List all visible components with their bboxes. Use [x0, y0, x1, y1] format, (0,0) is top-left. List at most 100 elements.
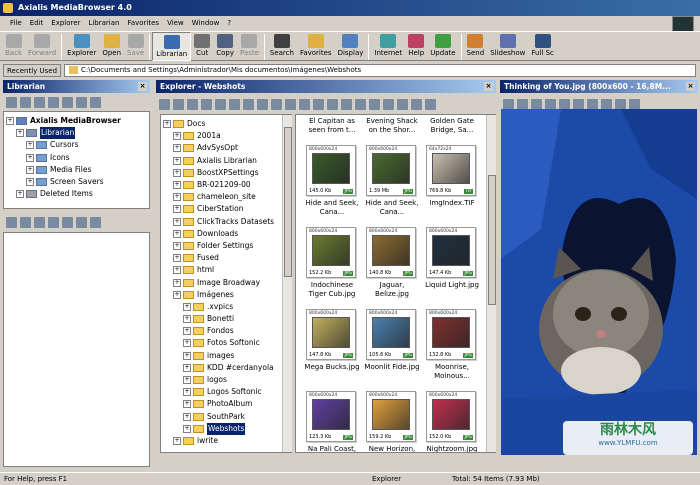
view-icon[interactable]: [6, 96, 17, 108]
forward-icon[interactable]: [173, 98, 184, 110]
tree-item[interactable]: + chameleon_site: [163, 191, 281, 203]
forward-button[interactable]: Forward: [25, 32, 59, 61]
actual-size-icon[interactable]: [601, 98, 612, 110]
folder-icon[interactable]: [271, 98, 282, 110]
save-button[interactable]: Save: [124, 32, 147, 61]
tree-item[interactable]: + CiberStation: [163, 203, 281, 215]
expand-icon[interactable]: +: [173, 278, 181, 287]
expand-icon[interactable]: +: [173, 144, 181, 153]
tree-item[interactable]: + Axialis Librarian: [163, 155, 281, 167]
slideshow-button[interactable]: Slideshow: [487, 32, 528, 61]
tree-item[interactable]: + Logos Softonic: [163, 386, 281, 398]
expand-icon[interactable]: +: [183, 339, 191, 348]
tree-item[interactable]: + BR-021209-00: [163, 179, 281, 191]
expand-icon[interactable]: +: [26, 178, 34, 187]
thumbnail-card[interactable]: 800x600x24 1.39 Mb JPG: [366, 145, 416, 196]
tree-item[interactable]: + Fused: [163, 252, 281, 264]
display-button[interactable]: Display: [335, 32, 367, 61]
expand-icon[interactable]: +: [16, 129, 24, 138]
rotate-icon[interactable]: [615, 98, 626, 110]
internet-button[interactable]: Internet: [371, 32, 405, 61]
new-folder-icon[interactable]: [20, 96, 31, 108]
update-button[interactable]: Update: [427, 32, 458, 61]
paste-button[interactable]: Paste: [237, 32, 262, 61]
export-icon[interactable]: [76, 96, 87, 108]
thumbnail-item[interactable]: 64x72x24 769.8 Kb TIF ImgIndex.TIF: [424, 145, 480, 228]
tree-item[interactable]: + KDD #cerdanyola: [163, 362, 281, 374]
address-field[interactable]: C:\Documents and Settings\Administrador\…: [64, 63, 697, 77]
open-icon[interactable]: [503, 98, 514, 110]
expand-icon[interactable]: +: [173, 290, 181, 299]
delete-icon[interactable]: [48, 96, 59, 108]
thumbnail-card[interactable]: 800x600x24 147.8 Kb JPG: [306, 309, 356, 360]
expand-icon[interactable]: +: [173, 132, 181, 141]
settings-icon[interactable]: [90, 216, 101, 228]
expand-icon[interactable]: +: [173, 181, 181, 190]
thumbnail-item[interactable]: 800x600x24 132.8 Kb JPG Moonrise, Moinous..…: [424, 309, 480, 392]
expand-icon[interactable]: +: [173, 229, 181, 238]
tree-item[interactable]: + iwrite: [163, 435, 281, 447]
thumbnail-item[interactable]: 800x600x24 123.3 Kb JPG Na Pali Coast, Kaua…: [304, 391, 360, 452]
paste-icon[interactable]: [34, 216, 45, 228]
thumbnail-card[interactable]: 800x600x24 105.6 Kb JPG: [366, 309, 416, 360]
tree-item[interactable]: + Deleted Items: [6, 188, 148, 200]
librarian-button[interactable]: Librarian: [152, 32, 192, 61]
tree-item[interactable]: + html: [163, 264, 281, 276]
tree-item[interactable]: + ClickTracks Datasets: [163, 216, 281, 228]
up-folder-icon[interactable]: [187, 98, 198, 110]
view-icon[interactable]: [355, 98, 366, 110]
tree-item[interactable]: + BoostXPSettings: [163, 167, 281, 179]
details-icon[interactable]: [369, 98, 380, 110]
expand-icon[interactable]: +: [173, 217, 181, 226]
expand-icon[interactable]: +: [173, 193, 181, 202]
cut-icon[interactable]: [285, 98, 296, 110]
expand-icon[interactable]: +: [173, 168, 181, 177]
thumbnail-caption[interactable]: Evening Shack on the Shor...: [362, 117, 422, 135]
filter-icon[interactable]: [397, 98, 408, 110]
menu-view[interactable]: View: [163, 19, 188, 27]
close-icon[interactable]: ×: [686, 82, 695, 91]
fit-icon[interactable]: [587, 98, 598, 110]
properties-icon[interactable]: [34, 96, 45, 108]
tree-item[interactable]: +2001a: [163, 130, 281, 142]
thumbnails-icon[interactable]: [383, 98, 394, 110]
thumbnail-card[interactable]: 800x600x24 140.8 Kb JPG: [366, 227, 416, 278]
import-icon[interactable]: [62, 96, 73, 108]
settings-icon[interactable]: [629, 98, 640, 110]
thumbnail-card[interactable]: 800x600x24 145.0 Kb JPG: [306, 145, 356, 196]
tree-item[interactable]: + Cursors: [6, 139, 148, 151]
expand-icon[interactable]: +: [183, 424, 191, 433]
search-icon[interactable]: [90, 96, 101, 108]
back-icon[interactable]: [159, 98, 170, 110]
new-folder-icon[interactable]: [229, 98, 240, 110]
order-icon[interactable]: [425, 98, 436, 110]
expand-icon[interactable]: +: [183, 351, 191, 360]
properties-icon[interactable]: [341, 98, 352, 110]
expand-icon[interactable]: +: [173, 266, 181, 275]
tree-item[interactable]: + AdvSysOpt: [163, 142, 281, 154]
cut-icon[interactable]: [6, 216, 17, 228]
tree-item[interactable]: + Librarian: [6, 127, 148, 140]
tree-scrollbar[interactable]: [282, 115, 292, 452]
help-button[interactable]: Help: [405, 32, 427, 61]
zoom-in-icon[interactable]: [559, 98, 570, 110]
tree-item[interactable]: + Bonetti: [163, 313, 281, 325]
expand-icon[interactable]: +: [6, 117, 14, 126]
thumbnail-item[interactable]: 800x600x24 105.6 Kb JPG Moonlit Fide.jpg: [364, 309, 420, 392]
send-button[interactable]: Send: [464, 32, 488, 61]
tree-scroll-thumb[interactable]: [284, 127, 292, 277]
tree-item[interactable]: + Media Files: [6, 164, 148, 176]
copy-icon[interactable]: [20, 216, 31, 228]
menu-edit[interactable]: Edit: [26, 19, 48, 27]
menu-librarian[interactable]: Librarian: [84, 19, 123, 27]
zoom-out-icon[interactable]: [573, 98, 584, 110]
tree-item[interactable]: + SouthPark: [163, 411, 281, 423]
thumbnail-card[interactable]: 800x600x24 152.0 Kb JPG: [426, 391, 476, 442]
expand-icon[interactable]: +: [173, 436, 181, 445]
favorites-button[interactable]: Favorites: [297, 32, 335, 61]
menu-file[interactable]: File: [6, 19, 26, 27]
thumbnail-caption[interactable]: El Capitan as seen from t...: [302, 117, 362, 135]
sort-icon[interactable]: [411, 98, 422, 110]
tree-item[interactable]: + Screen Savers: [6, 176, 148, 188]
expand-icon[interactable]: +: [183, 363, 191, 372]
